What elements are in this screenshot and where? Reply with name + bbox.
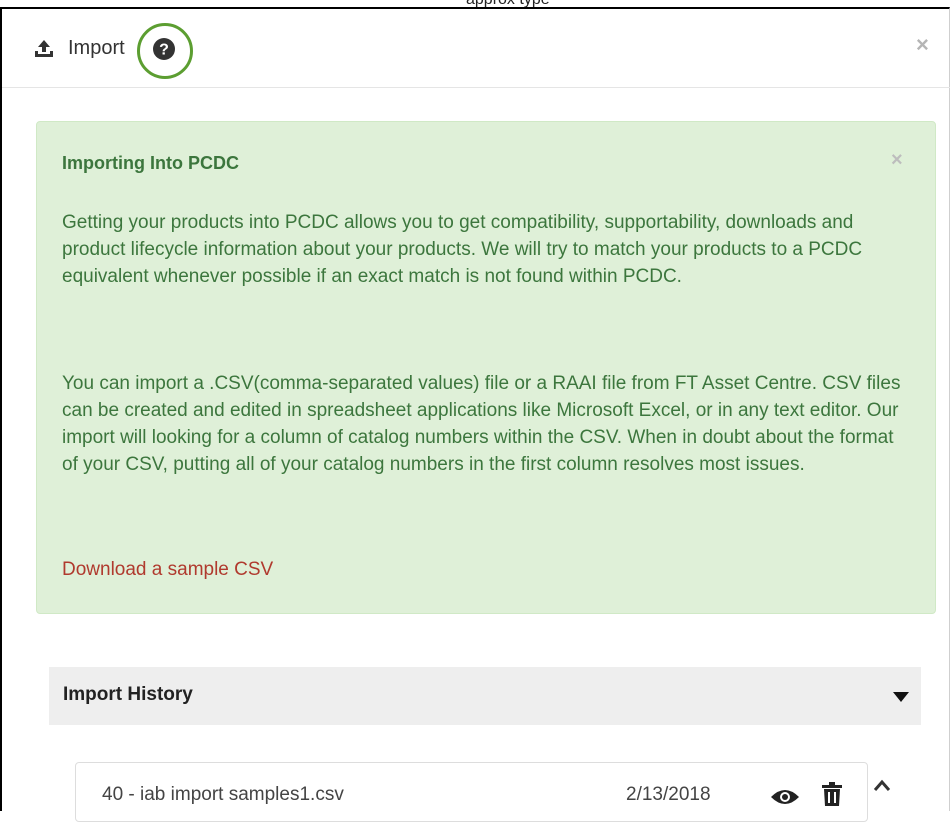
eye-icon[interactable] (770, 787, 800, 807)
alert-close-icon[interactable]: × (891, 149, 903, 172)
alert-paragraph-csv: You can import a .CSV(comma-separated va… (62, 373, 901, 475)
alert-title: Importing Into PCDC (62, 153, 239, 173)
history-list-item: 40 - iab import samples1.csv 2/13/2018 (75, 762, 868, 822)
download-sample-csv-link[interactable]: Download a sample CSV (62, 559, 273, 581)
trash-icon[interactable] (822, 782, 842, 806)
chevron-up-icon[interactable] (873, 778, 891, 792)
upload-icon (35, 40, 53, 57)
modal-header: Import ? × (2, 9, 950, 88)
history-item-name: 40 - iab import samples1.csv (102, 784, 344, 805)
caret-down-icon[interactable] (893, 692, 909, 702)
alert-paragraph-intro: Getting your products into PCDC allows y… (62, 212, 863, 287)
import-info-alert: Importing Into PCDC × Getting your produ… (36, 121, 936, 614)
help-highlight-ring (137, 23, 193, 79)
close-icon[interactable]: × (916, 33, 929, 57)
import-modal: Import ? × Importing Into PCDC × Getting… (0, 7, 950, 822)
history-item-date: 2/13/2018 (626, 784, 711, 805)
import-history-title: Import History (63, 684, 193, 705)
modal-title: Import (68, 37, 125, 59)
import-history-header[interactable]: Import History (49, 667, 921, 725)
